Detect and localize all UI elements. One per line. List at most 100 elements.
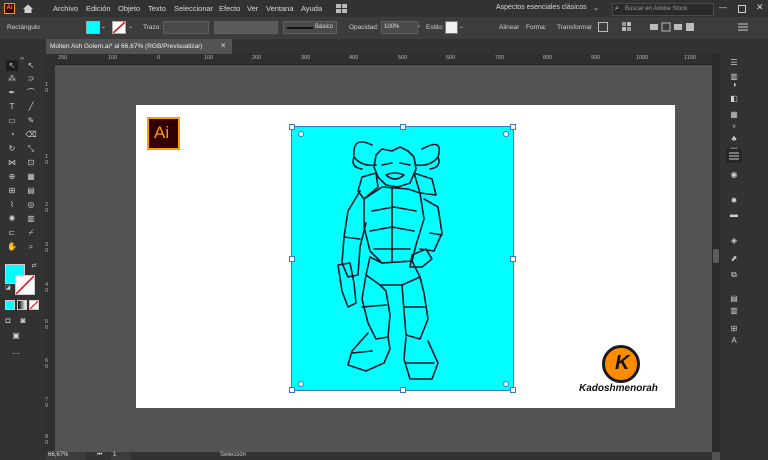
default-colors-icon[interactable]: ◪ [2,283,14,294]
blend-tool-icon[interactable]: ◎ [25,199,37,210]
symbols-panel-icon[interactable]: ♣ [728,134,740,144]
artboard-number-field[interactable]: 1 [111,452,131,460]
color-mode-icon[interactable] [5,300,15,310]
edit-toolbar-icon[interactable]: ⋯ [10,348,22,359]
resize-handle-s[interactable] [400,387,406,393]
brush-dropdown[interactable]: Básico [283,21,337,34]
menu-objeto[interactable]: Objeto [118,4,140,13]
eraser-tool-icon[interactable]: ⌫ [25,129,37,140]
character-panel-icon[interactable]: A [728,336,740,346]
shape-builder-tool-icon[interactable]: ⊕ [6,171,18,182]
symbol-sprayer-tool-icon[interactable]: ✺ [6,213,18,224]
selection-tool-icon[interactable]: ↖ [6,60,18,71]
recolor-icon[interactable] [622,22,633,32]
isolate-icon[interactable] [598,22,608,32]
panel-menu-icon[interactable] [738,23,748,31]
menu-archivo[interactable]: Archivo [53,4,78,13]
artboard-tool-icon[interactable]: ⊏ [6,227,18,238]
swap-fill-stroke-icon[interactable]: ⇄ [28,261,40,272]
type-tool-icon[interactable]: T [6,101,18,112]
menu-edicion[interactable]: Edición [86,4,111,13]
resize-handle-ne[interactable] [510,124,516,130]
menu-ventana[interactable]: Ventana [266,4,294,13]
screen-mode-icon[interactable]: ▣ [10,330,22,341]
pathfinder-panel-icon[interactable]: ▥ [728,306,740,316]
maximize-icon[interactable] [738,5,746,13]
shaper-tool-icon[interactable]: ◔ [6,129,18,140]
opacity-field[interactable]: 100% [381,21,418,34]
curvature-tool-icon[interactable]: ⌒ [25,87,37,98]
graphic-style-swatch[interactable] [445,21,458,34]
gradient-mode-icon[interactable] [17,300,27,310]
gradient-tool-icon[interactable]: ▤ [25,185,37,196]
fill-chevron-icon[interactable]: ⌄ [101,23,106,30]
corner-widget[interactable] [503,131,509,137]
style-chevron-icon[interactable]: ⌄ [459,23,464,30]
zoom-field[interactable]: 66,67% [46,452,86,460]
resize-handle-se[interactable] [510,387,516,393]
direct-selection-tool-icon[interactable]: ↖ [25,60,37,71]
pen-tool-icon[interactable]: ✒ [6,87,18,98]
resize-handle-w[interactable] [289,256,295,262]
scrollbar-thumb[interactable] [713,249,719,263]
variable-width-dropdown[interactable] [214,21,278,34]
appearance-panel-icon[interactable]: ◉ [728,170,740,180]
properties-panel-icon[interactable]: ☰ [728,58,740,68]
draw-behind-icon[interactable]: ◙ [17,315,29,326]
zoom-tool-icon[interactable]: ⌕ [25,241,37,252]
menu-ayuda[interactable]: Ayuda [301,4,322,13]
transform-panel-icon[interactable]: ⊞ [728,324,740,334]
draw-mode-icon[interactable]: ◘ [2,315,14,326]
stock-search[interactable]: ⌕ Buscar en Adobe Stock [612,3,714,16]
vertical-scrollbar[interactable] [712,54,720,452]
selected-rectangle[interactable] [289,124,516,393]
fill-swatch[interactable] [86,21,100,34]
layers-panel-icon[interactable]: ◈ [728,236,740,246]
opacity-chevron-icon[interactable]: › [418,24,420,30]
artboard-navigator[interactable]: ⏮ 1 [97,452,147,460]
rotate-tool-icon[interactable]: ↻ [6,143,18,154]
stroke-chevron-icon[interactable]: ⌄ [128,23,133,30]
resize-handle-nw[interactable] [289,124,295,130]
align-link[interactable]: Alinear [499,24,519,31]
first-artboard-icon[interactable]: ⏮ [97,452,102,459]
mesh-tool-icon[interactable]: ⊞ [6,185,18,196]
menu-efecto[interactable]: Efecto [219,4,240,13]
swatches-panel-icon[interactable]: ▦ [728,110,740,120]
align-icons[interactable] [650,22,696,32]
menu-texto[interactable]: Texto [148,4,166,13]
workspace-switcher[interactable]: Aspectos esenciales clásicos [496,4,587,11]
document-tab[interactable]: Molten Ash Golem.ai* al 66,67% (RGB/Prev… [46,39,232,54]
artboards-panel-icon[interactable]: ⬈ [728,254,740,264]
none-mode-icon[interactable] [29,300,39,310]
width-tool-icon[interactable]: ⋈ [6,157,18,168]
stroke-swatch[interactable] [112,21,126,34]
lasso-tool-icon[interactable]: ⊃ [25,73,37,84]
stroke-panel-icon[interactable]: ✹ [728,196,740,206]
close-window-icon[interactable]: ✕ [756,2,764,13]
corner-widget[interactable] [298,131,304,137]
minimize-icon[interactable]: — [719,3,727,12]
rectangle-tool-icon[interactable]: ▭ [6,115,18,126]
links-panel-icon[interactable]: ⧉ [728,270,740,280]
properties-menu-button[interactable] [726,149,742,163]
resize-handle-n[interactable] [400,124,406,130]
menu-seleccionar[interactable]: Seleccionar [174,4,213,13]
column-graph-tool-icon[interactable]: ▥ [25,213,37,224]
scale-tool-icon[interactable]: ⤡ [25,143,37,154]
corner-widget[interactable] [503,381,509,387]
color-panel-icon[interactable]: ◑ [728,80,740,90]
color-guide-icon[interactable]: ◧ [728,94,740,104]
stroke-color-box[interactable] [15,275,35,295]
brushes-panel-icon[interactable]: ♆ [728,122,740,132]
align-panel-icon[interactable]: ▤ [728,294,740,304]
perspective-grid-tool-icon[interactable]: ▦ [25,171,37,182]
workspace-chevron-icon[interactable]: ⌄ [593,4,599,12]
magic-wand-tool-icon[interactable]: ⁂ [6,73,18,84]
home-icon[interactable] [22,3,34,14]
resize-handle-sw[interactable] [289,387,295,393]
arrange-documents-icon[interactable] [336,4,348,13]
eyedropper-tool-icon[interactable]: ⌇ [6,199,18,210]
corner-widget[interactable] [298,381,304,387]
menu-ver[interactable]: Ver [247,4,258,13]
